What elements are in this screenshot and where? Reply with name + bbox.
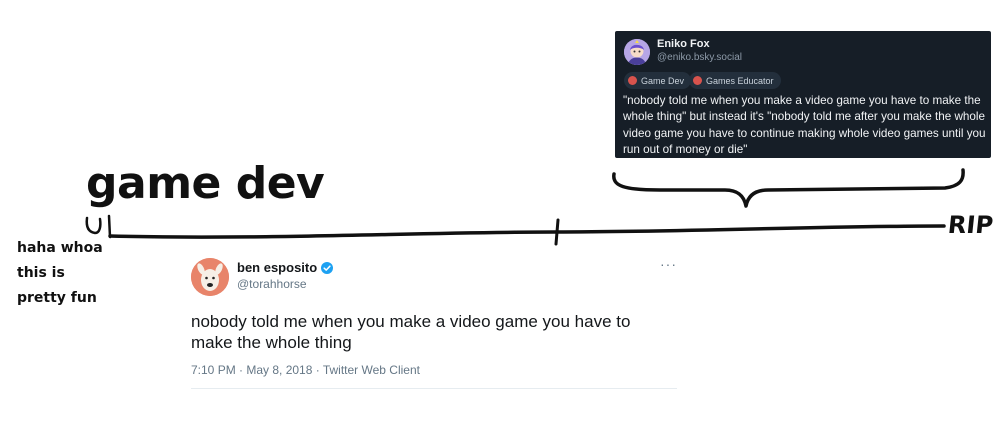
tag-dot-icon xyxy=(693,76,702,85)
tag-label: Game Dev xyxy=(641,75,685,86)
tag-badge[interactable]: Games Educator xyxy=(689,72,781,89)
author-handle[interactable]: @eniko.bsky.social xyxy=(657,52,742,63)
author-name[interactable]: Eniko Fox xyxy=(657,38,710,50)
margin-note-line: this is xyxy=(17,265,65,281)
start-bar xyxy=(107,214,112,239)
tweet-text: nobody told me when you make a video gam… xyxy=(191,312,631,352)
tweet-author[interactable]: ben esposito xyxy=(237,260,334,275)
curly-brace xyxy=(612,168,965,208)
more-options-icon[interactable]: ··· xyxy=(660,256,677,272)
chart-title: game dev xyxy=(86,158,325,209)
tag-dot-icon xyxy=(628,76,637,85)
margin-note-line: haha whoa xyxy=(17,240,103,256)
timeline-line xyxy=(108,224,946,239)
bluesky-post-card: Eniko Fox @eniko.bsky.social Game Dev Ga… xyxy=(615,31,991,158)
mid-tick xyxy=(554,218,560,246)
avatar-illustration-icon xyxy=(624,39,650,65)
margin-note: haha whoa this is pretty fun xyxy=(17,236,103,311)
start-mark xyxy=(85,216,102,235)
verified-badge-icon xyxy=(321,261,334,274)
end-label: RIP xyxy=(946,211,995,239)
tweet-timestamp[interactable]: 7:10 PM · May 8, 2018 · Twitter Web Clie… xyxy=(191,363,420,377)
avatar-illustration-icon xyxy=(191,258,229,296)
tag-label: Games Educator xyxy=(706,75,774,86)
tag-badge[interactable]: Game Dev xyxy=(624,72,692,89)
divider xyxy=(191,388,677,389)
author-handle[interactable]: @torahhorse xyxy=(237,277,307,291)
author-name: ben esposito xyxy=(237,260,318,275)
avatar[interactable] xyxy=(191,258,229,296)
margin-note-line: pretty fun xyxy=(17,290,97,306)
avatar[interactable] xyxy=(624,39,650,65)
post-text: "nobody told me when you make a video ga… xyxy=(623,94,986,156)
